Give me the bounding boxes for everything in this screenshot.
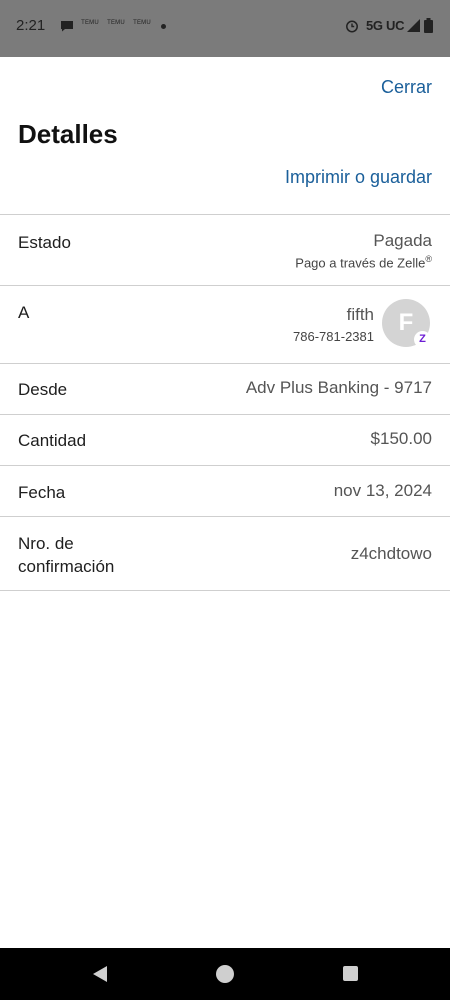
date-value: nov 13, 2024 xyxy=(333,481,432,500)
confirmation-number: z4chdtowo xyxy=(350,544,432,563)
divider xyxy=(0,465,450,466)
temu-notification-icon: TEMU xyxy=(133,20,151,26)
divider xyxy=(0,414,450,415)
print-or-save-button[interactable]: Imprimir o guardar xyxy=(285,167,432,188)
signal-icon xyxy=(407,19,420,32)
more-notifications-dot xyxy=(161,24,166,29)
divider xyxy=(0,516,450,517)
amount-label: Cantidad xyxy=(18,431,87,450)
payment-method-text: Pago a través de Zelle xyxy=(295,255,426,271)
confirmation-label-line2: confirmación xyxy=(18,557,115,576)
registered-mark: ® xyxy=(425,254,432,264)
back-icon[interactable] xyxy=(91,965,109,983)
page-title: Detalles xyxy=(18,119,118,149)
recipient-phone: 786-781-2381 xyxy=(293,329,374,344)
status-bar: 2:21 TEMU TEMU TEMU 5G UC xyxy=(0,0,450,57)
recent-apps-icon[interactable] xyxy=(343,966,358,981)
navigation-bar xyxy=(0,948,450,1000)
confirmation-label: Nro. de confirmación xyxy=(18,532,114,578)
divider xyxy=(0,285,450,286)
divider xyxy=(0,363,450,364)
status-label: Estado xyxy=(18,233,71,252)
divider xyxy=(0,214,450,215)
battery-icon xyxy=(424,18,433,33)
amount-value: $150.00 xyxy=(370,429,432,448)
chat-icon xyxy=(61,21,73,32)
status-value: Pagada xyxy=(373,231,432,250)
from-label: Desde xyxy=(18,380,68,399)
recipient-label: A xyxy=(18,303,30,322)
temu-notification-icon: TEMU xyxy=(107,20,125,26)
home-icon[interactable] xyxy=(216,965,234,983)
temu-notification-icon: TEMU xyxy=(81,20,99,26)
from-account: Adv Plus Banking - 9717 xyxy=(245,378,432,397)
network-indicator: 5G UC xyxy=(366,18,405,33)
date-label: Fecha xyxy=(18,483,66,502)
status-time: 2:21 xyxy=(16,17,46,34)
recipient-name: fifth xyxy=(346,305,374,324)
zelle-icon: Z xyxy=(414,331,431,348)
divider xyxy=(0,590,450,591)
details-sheet: Cerrar Detalles Imprimir o guardar Estad… xyxy=(0,57,450,948)
payment-method: Pago a través de Zelle® xyxy=(295,254,432,270)
confirmation-label-line1: Nro. de xyxy=(18,534,74,553)
alarm-icon xyxy=(346,20,358,33)
close-button[interactable]: Cerrar xyxy=(381,77,432,98)
